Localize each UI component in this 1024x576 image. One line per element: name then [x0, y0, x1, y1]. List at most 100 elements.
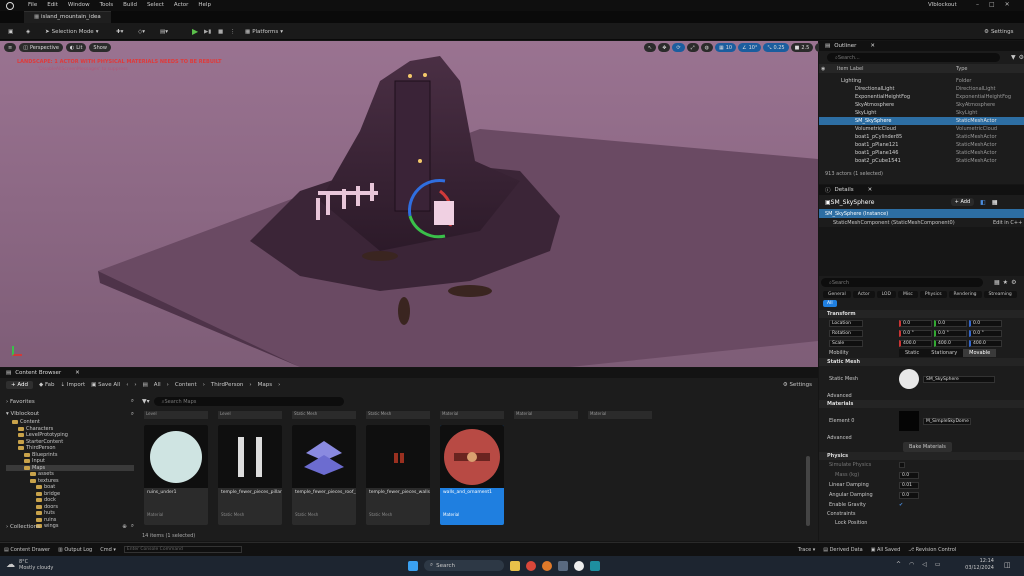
cinematics-icon[interactable]: ▤▾	[160, 27, 168, 36]
edit-in-cpp-link[interactable]: Edit in C++	[993, 220, 1022, 226]
location-x-field[interactable]: 0.0	[899, 319, 932, 327]
breadcrumb-all[interactable]: All	[154, 382, 161, 388]
mass-field[interactable]: 0.0	[899, 471, 919, 479]
lit-button[interactable]: ◐ Lit	[65, 43, 87, 52]
move-tool-icon[interactable]: ✥	[658, 43, 671, 52]
menu-build[interactable]: Build	[123, 2, 137, 8]
asset-tile-label[interactable]: Static Mesh	[292, 411, 356, 419]
platforms-button[interactable]: ▦ Platforms ▾	[245, 27, 283, 36]
scale-y-field[interactable]: 400.0	[934, 339, 967, 347]
breadcrumb-content[interactable]: Content	[175, 382, 197, 388]
gear-icon[interactable]: ⚙	[1019, 54, 1024, 61]
modes-icon[interactable]: ◈	[26, 27, 30, 36]
close-icon[interactable]: ✕	[75, 370, 80, 376]
revision-control-button[interactable]: ⎇ Revision Control	[908, 547, 956, 553]
angular-damping-field[interactable]: 0.0	[899, 491, 919, 499]
rotation-z-field[interactable]: 0.0 °	[969, 329, 1002, 337]
unreal-logo-icon[interactable]	[6, 2, 14, 10]
asset-tile[interactable]: ruins_under1 Material	[144, 425, 208, 525]
save-icon[interactable]: ▣	[8, 27, 13, 36]
favorites-header[interactable]: › Favorites ⌕	[6, 397, 134, 406]
menu-actor[interactable]: Actor	[174, 2, 188, 8]
advanced-toggle[interactable]: Advanced	[819, 392, 1024, 400]
location-y-field[interactable]: 0.0	[934, 319, 967, 327]
menu-tools[interactable]: Tools	[100, 2, 114, 8]
section-transform[interactable]: Transform	[819, 310, 1024, 318]
location-dropdown[interactable]: Location	[829, 319, 863, 327]
simulate-physics-checkbox[interactable]	[899, 462, 905, 468]
menu-window[interactable]: Window	[68, 2, 90, 8]
battery-icon[interactable]: ▭	[935, 561, 941, 568]
outliner-row[interactable]: SkyAtmosphere SkyAtmosphere	[819, 101, 1024, 109]
search-icon[interactable]: ⌕	[131, 411, 134, 418]
asset-tile-label[interactable]: Static Mesh	[366, 411, 430, 419]
asset-tile-label[interactable]: Material	[440, 411, 504, 419]
filter-tab-all[interactable]: All	[823, 300, 837, 307]
scale-z-field[interactable]: 400.0	[969, 339, 1002, 347]
perspective-button[interactable]: ◫ Perspective	[19, 43, 63, 52]
forward-icon[interactable]: ›	[134, 382, 136, 388]
menu-select[interactable]: Select	[147, 2, 164, 8]
step-icon[interactable]: ▶▮	[204, 27, 211, 36]
column-item-label[interactable]: Item Label	[829, 66, 956, 72]
outliner-row[interactable]: boat1_pPlane146 StaticMeshActor	[819, 149, 1024, 157]
scale-snap-button[interactable]: ⤡ 0.25	[763, 43, 789, 52]
details-instance-row[interactable]: SM_SkySphere (Instance)	[819, 209, 1024, 218]
select-tool-icon[interactable]: ↖	[644, 43, 657, 52]
import-button[interactable]: ⇣ Import	[61, 382, 86, 388]
collections-header[interactable]: › Collections ⊕ ⌕	[6, 523, 134, 530]
static-mesh-dropdown[interactable]: SM_SkySphere	[923, 375, 995, 383]
rotate-tool-icon[interactable]: ⟳	[672, 43, 685, 52]
play-button[interactable]: ▶	[192, 27, 198, 36]
search-icon[interactable]: ⌕	[131, 398, 134, 405]
minimize-icon[interactable]: –	[976, 1, 979, 8]
outliner-row[interactable]: DirectionalLight DirectionalLight	[819, 85, 1024, 93]
asset-tile-label[interactable]: Level	[144, 411, 208, 419]
grid-icon[interactable]: ▦	[992, 199, 998, 206]
save-all-button[interactable]: ▣ Save All	[91, 382, 120, 388]
section-static-mesh[interactable]: Static Mesh	[819, 358, 1024, 366]
asset-tile[interactable]: temple_fewer_pieces_pillars Static Mesh	[218, 425, 282, 525]
fab-button[interactable]: ◆ Fab	[39, 382, 55, 388]
location-z-field[interactable]: 0.0	[969, 319, 1002, 327]
asset-tile-label[interactable]: Material	[588, 411, 652, 419]
angle-snap-button[interactable]: ∠ 10°	[738, 43, 762, 52]
breadcrumb-thirdperson[interactable]: ThirdPerson	[211, 382, 244, 388]
rotation-x-field[interactable]: 0.0 °	[899, 329, 932, 337]
weather-widget[interactable]: ☁ 8°C Mostly cloudy	[6, 559, 53, 571]
filter-tab-rendering[interactable]: Rendering	[948, 291, 982, 298]
scale-tool-icon[interactable]: ⤢	[686, 43, 699, 52]
add-icon[interactable]: ⊕	[122, 524, 127, 530]
blueprint-icon[interactable]: ◇▾	[138, 27, 145, 36]
unreal-taskbar-icon[interactable]	[574, 560, 584, 571]
console-input[interactable]: Enter Console Command	[123, 546, 242, 553]
asset-scrollbar[interactable]	[806, 456, 810, 526]
content-drawer-button[interactable]: ▤ Content Drawer	[4, 547, 50, 553]
selection-mode-button[interactable]: ➤ Selection Mode ▾	[45, 27, 98, 36]
grid-icon[interactable]: ▦	[994, 279, 1000, 286]
close-icon[interactable]: ✕	[868, 187, 873, 193]
filter-tab-physics[interactable]: Physics	[919, 291, 947, 298]
menu-edit[interactable]: Edit	[47, 2, 58, 8]
outliner-row[interactable]: Lighting Folder	[819, 77, 1024, 85]
world-space-icon[interactable]: ◍	[700, 43, 713, 52]
chrome-icon[interactable]	[526, 560, 536, 571]
settings-button[interactable]: ⚙ Settings	[984, 27, 1014, 36]
section-materials[interactable]: Materials	[819, 400, 1024, 408]
asset-tile[interactable]: temple_fewer_pieces_walls Static Mesh	[366, 425, 430, 525]
output-log-button[interactable]: ▥ Output Log	[58, 547, 92, 553]
filter-tab-streaming[interactable]: Streaming	[983, 291, 1017, 298]
linear-damping-field[interactable]: 0.01	[899, 481, 919, 489]
mobility-stationary[interactable]: Stationary	[925, 349, 964, 357]
constraints-row[interactable]: Constraints	[819, 510, 1024, 518]
show-button[interactable]: Show	[89, 43, 111, 52]
asset-search-input[interactable]: ⌕ Search Maps	[153, 397, 344, 406]
level-viewport[interactable]	[0, 41, 818, 367]
search-icon[interactable]: ⌕	[131, 523, 134, 530]
windows-start-icon[interactable]	[408, 560, 418, 571]
bake-materials-button[interactable]: Bake Materials	[903, 442, 952, 452]
filter-icon[interactable]: ▼▾	[142, 398, 150, 405]
outliner-row[interactable]: boat1_pPlane121 StaticMeshActor	[819, 141, 1024, 149]
breadcrumb-maps[interactable]: Maps	[258, 382, 272, 388]
scale-dropdown[interactable]: Scale	[829, 339, 863, 347]
